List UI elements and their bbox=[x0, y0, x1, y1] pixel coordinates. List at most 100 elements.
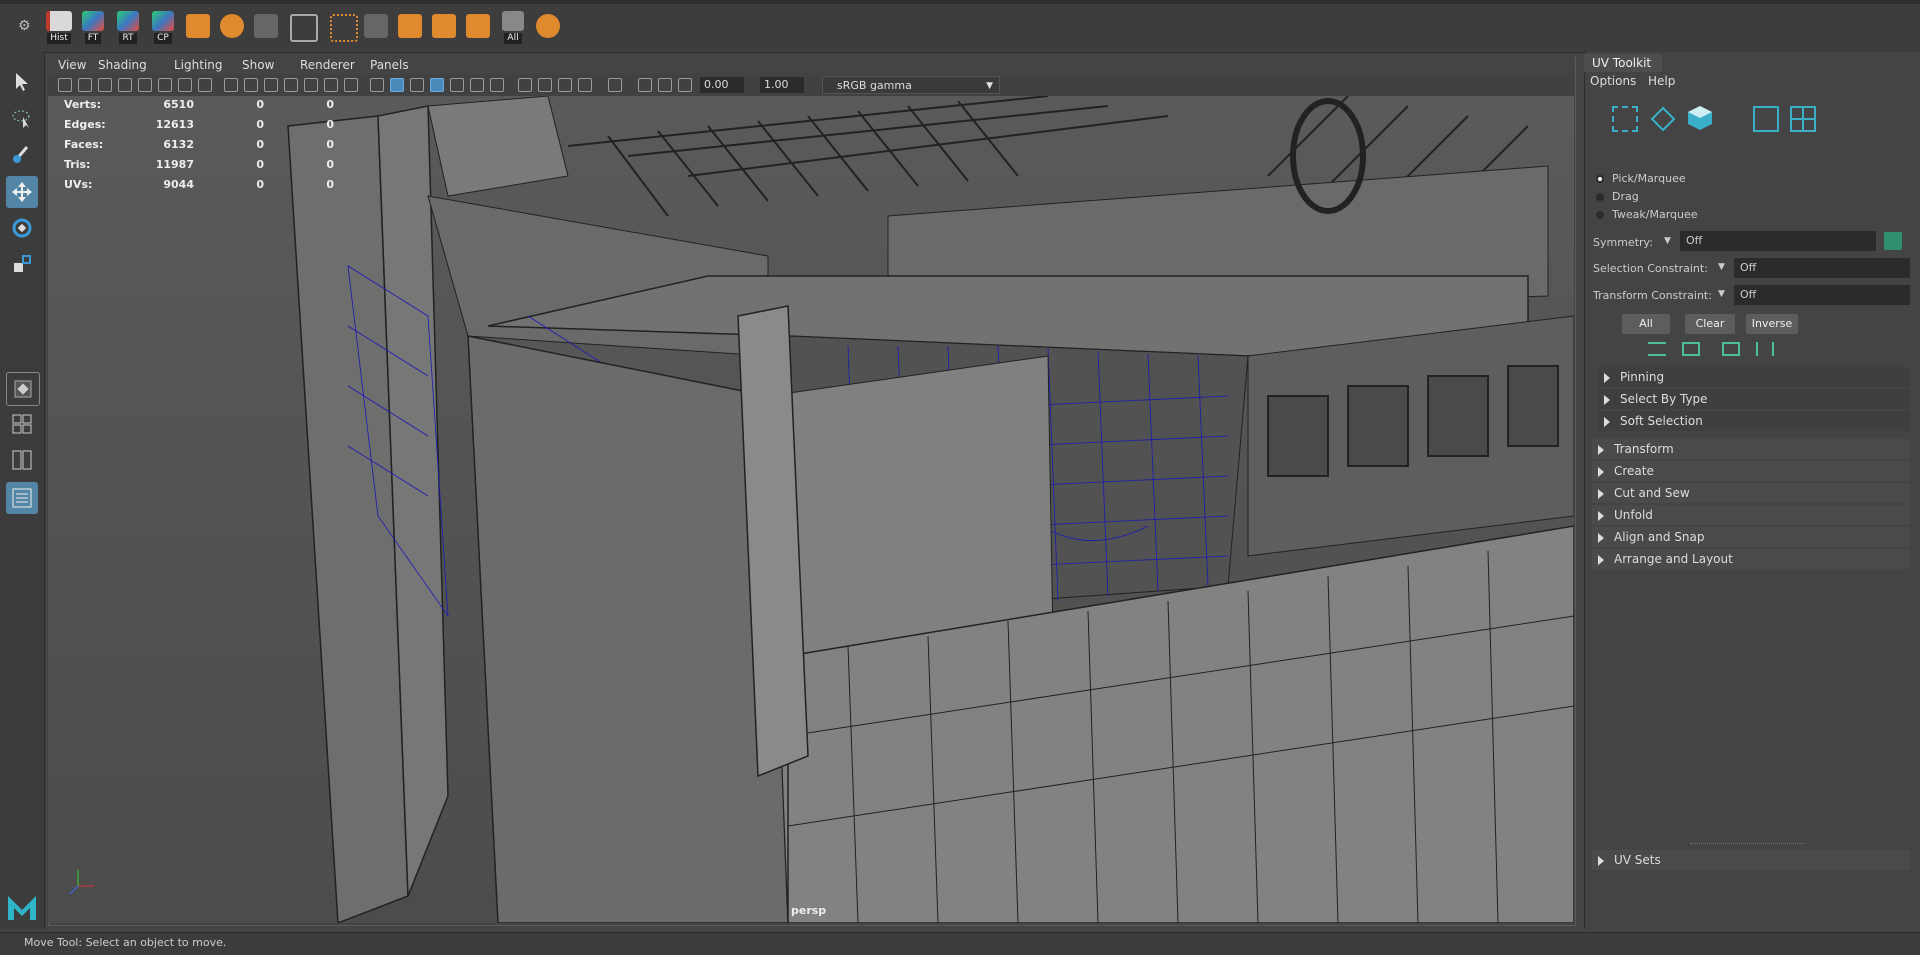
section-soft-selection[interactable]: Soft Selection bbox=[1598, 411, 1910, 431]
shrink-selection-icon[interactable] bbox=[1682, 342, 1700, 356]
menu-help[interactable]: Help bbox=[1648, 74, 1675, 88]
radio-pick-marquee[interactable]: Pick/Marquee bbox=[1596, 172, 1686, 185]
bookmark-flag-icon[interactable] bbox=[138, 78, 152, 92]
paint-select-tool-icon[interactable] bbox=[6, 138, 38, 170]
cube-icon[interactable] bbox=[432, 14, 456, 38]
splitter-handle[interactable] bbox=[1690, 843, 1804, 846]
backface-culling-icon[interactable] bbox=[678, 78, 692, 92]
menu-options[interactable]: Options bbox=[1590, 74, 1636, 88]
four-view-icon[interactable] bbox=[6, 408, 38, 440]
select-border-icon[interactable] bbox=[1756, 342, 1774, 356]
smooth-shade-icon[interactable] bbox=[390, 78, 404, 92]
grid-icon[interactable] bbox=[290, 14, 318, 42]
section-select-by-type[interactable]: Select By Type bbox=[1598, 389, 1910, 409]
chevron-down-icon[interactable]: ▼ bbox=[1664, 236, 1671, 246]
select-tool-icon[interactable] bbox=[6, 66, 38, 98]
tab-uv-toolkit[interactable]: UV Toolkit bbox=[1584, 54, 1662, 72]
outliner-view-icon[interactable] bbox=[6, 482, 38, 514]
menu-panels[interactable]: Panels bbox=[370, 58, 409, 72]
scale-tool-icon[interactable] bbox=[6, 248, 38, 280]
transform-constraint-dropdown[interactable]: Off bbox=[1734, 285, 1910, 305]
section-unfold[interactable]: Unfold bbox=[1592, 505, 1910, 525]
select-shell-icon[interactable] bbox=[1722, 342, 1740, 356]
shelf-button-freeze-transforms[interactable]: FT bbox=[78, 10, 108, 44]
grow-selection-icon[interactable] bbox=[1648, 342, 1666, 356]
view-transform-dropdown[interactable]: sRGB gamma ▼ bbox=[822, 76, 1000, 94]
menu-view[interactable]: View bbox=[58, 58, 86, 72]
wireframe-icon[interactable] bbox=[370, 78, 384, 92]
rotate-tool-icon[interactable] bbox=[6, 212, 38, 244]
menu-renderer[interactable]: Renderer bbox=[300, 58, 355, 72]
radio-tweak-marquee[interactable]: Tweak/Marquee bbox=[1596, 208, 1698, 221]
uv-layout-icon[interactable] bbox=[186, 14, 210, 38]
radio-drag[interactable]: Drag bbox=[1596, 190, 1639, 203]
section-uv-sets[interactable]: UV Sets bbox=[1592, 850, 1910, 870]
shelf-button-center-pivot[interactable]: CP bbox=[148, 10, 178, 44]
layers-icon[interactable] bbox=[536, 14, 560, 38]
xray-icon[interactable] bbox=[638, 78, 652, 92]
cube-icon[interactable] bbox=[398, 14, 422, 38]
uv-shell-mode-icon[interactable] bbox=[1790, 106, 1816, 135]
section-cut-and-sew[interactable]: Cut and Sew bbox=[1592, 483, 1910, 503]
chevron-down-icon[interactable]: ▼ bbox=[1718, 262, 1725, 272]
gate-mask-icon[interactable] bbox=[284, 78, 298, 92]
field-chart-icon[interactable] bbox=[304, 78, 318, 92]
shelf-button-hist[interactable]: Hist bbox=[44, 10, 74, 44]
xray-joints-icon[interactable] bbox=[658, 78, 672, 92]
safe-action-icon[interactable] bbox=[324, 78, 338, 92]
image-plane-icon[interactable] bbox=[118, 78, 132, 92]
sphere-icon[interactable] bbox=[220, 14, 244, 38]
gamma-field[interactable]: 1.00 bbox=[760, 77, 804, 93]
section-align-and-snap[interactable]: Align and Snap bbox=[1592, 527, 1910, 547]
shadows-icon[interactable] bbox=[490, 78, 504, 92]
cube-icon[interactable] bbox=[466, 14, 490, 38]
bookmark-icon[interactable] bbox=[98, 78, 112, 92]
section-arrange-and-layout[interactable]: Arrange and Layout bbox=[1592, 549, 1910, 569]
pan-zoom-icon[interactable] bbox=[178, 78, 192, 92]
film-gate-icon[interactable] bbox=[244, 78, 258, 92]
section-pinning[interactable]: Pinning bbox=[1598, 367, 1910, 387]
select-all-button[interactable]: All bbox=[1622, 314, 1670, 334]
safe-title-icon[interactable] bbox=[344, 78, 358, 92]
pen-icon[interactable] bbox=[254, 14, 278, 38]
chevron-down-icon[interactable]: ▼ bbox=[1718, 289, 1725, 299]
lights-icon[interactable] bbox=[470, 78, 484, 92]
menu-show[interactable]: Show bbox=[242, 58, 274, 72]
menu-lighting[interactable]: Lighting bbox=[174, 58, 223, 72]
inverse-selection-button[interactable]: Inverse bbox=[1746, 314, 1798, 334]
lasso-tool-icon[interactable] bbox=[6, 102, 38, 134]
two-view-icon[interactable] bbox=[6, 444, 38, 476]
exposure-field[interactable]: 0.00 bbox=[700, 77, 744, 93]
cut-icon[interactable] bbox=[364, 14, 388, 38]
clear-selection-button[interactable]: Clear bbox=[1685, 314, 1735, 334]
uv-mode-icon[interactable] bbox=[1753, 106, 1779, 132]
single-perspective-view-icon[interactable] bbox=[6, 372, 40, 406]
motion-blur-icon[interactable] bbox=[538, 78, 552, 92]
edge-mode-icon[interactable] bbox=[1650, 106, 1676, 135]
symmetry-dropdown[interactable]: Off bbox=[1680, 231, 1876, 251]
ambient-occlusion-icon[interactable] bbox=[518, 78, 532, 92]
face-mode-icon[interactable] bbox=[1686, 104, 1714, 135]
2d-pan-icon[interactable] bbox=[198, 78, 212, 92]
camera-icon[interactable] bbox=[58, 78, 72, 92]
shelf-button-reset-transforms[interactable]: RT bbox=[113, 10, 143, 44]
symmetry-pick-icon[interactable] bbox=[1884, 232, 1902, 250]
vertex-mode-icon[interactable] bbox=[1612, 106, 1638, 132]
depth-of-field-icon[interactable] bbox=[578, 78, 592, 92]
gear-icon[interactable]: ⚙ bbox=[18, 18, 31, 34]
shelf-button-all[interactable]: All bbox=[498, 10, 528, 44]
isolate-select-icon[interactable] bbox=[608, 78, 622, 92]
move-tool-icon[interactable] bbox=[6, 176, 38, 208]
anti-aliasing-icon[interactable] bbox=[558, 78, 572, 92]
resolution-gate-icon[interactable] bbox=[264, 78, 278, 92]
default-material-icon[interactable] bbox=[410, 78, 424, 92]
textured-icon[interactable] bbox=[450, 78, 464, 92]
grease-pencil-icon[interactable] bbox=[158, 78, 172, 92]
3d-viewport[interactable] bbox=[48, 96, 1574, 923]
grid-icon[interactable] bbox=[224, 78, 238, 92]
section-transform[interactable]: Transform bbox=[1592, 439, 1910, 459]
camera-attributes-icon[interactable] bbox=[78, 78, 92, 92]
wireframe-on-shaded-icon[interactable] bbox=[430, 78, 444, 92]
selection-constraint-dropdown[interactable]: Off bbox=[1734, 258, 1910, 278]
menu-shading[interactable]: Shading bbox=[98, 58, 147, 72]
